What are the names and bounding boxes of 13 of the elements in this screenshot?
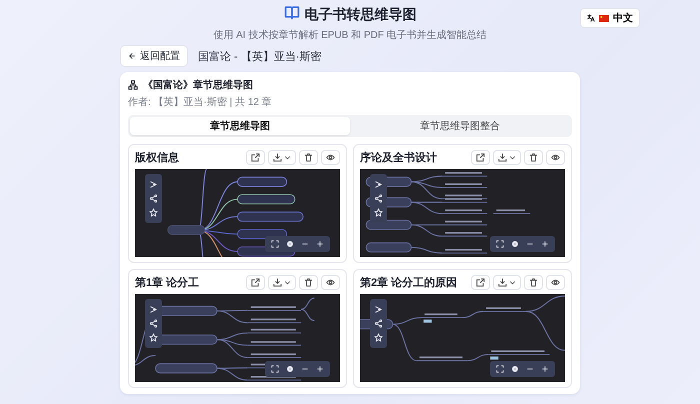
book-meta: 作者: 【英】亚当·斯密 | 共 12 章 xyxy=(128,96,273,109)
language-button[interactable]: 中文 xyxy=(580,8,640,28)
view-tab[interactable]: 章节思维导图 xyxy=(130,117,350,135)
back-button[interactable]: 返回配置 xyxy=(120,45,188,67)
chapter-title: 第1章 论分工 xyxy=(135,276,200,290)
page-subtitle: 使用 AI 技术按章节解析 EPUB 和 PDF 电子书并生成智能总结 xyxy=(213,28,487,42)
book-title: 国富论 - 【英】亚当·斯密 xyxy=(198,50,322,64)
panel-title: 《国富论》章节思维导图 xyxy=(143,78,253,92)
view-tab[interactable]: 章节思维导图整合 xyxy=(350,117,570,135)
chapter-title: 序论及全书设计 xyxy=(360,150,437,165)
chapter-title: 第2章 论分工的原因 xyxy=(360,276,458,290)
chapter-title: 版权信息 xyxy=(135,150,179,165)
page-title: 电子书转思维导图 xyxy=(304,6,416,24)
